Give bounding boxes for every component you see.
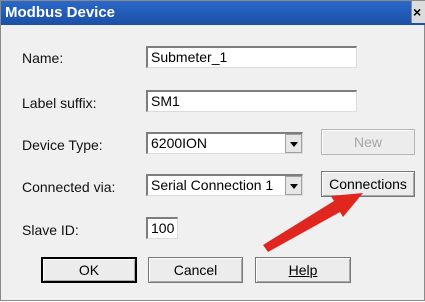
red-arrow-shape — [263, 193, 363, 252]
red-arrow-icon — [263, 193, 363, 252]
modbus-device-dialog: Modbus Device × Name: Submeter_1 Label s… — [0, 0, 425, 301]
